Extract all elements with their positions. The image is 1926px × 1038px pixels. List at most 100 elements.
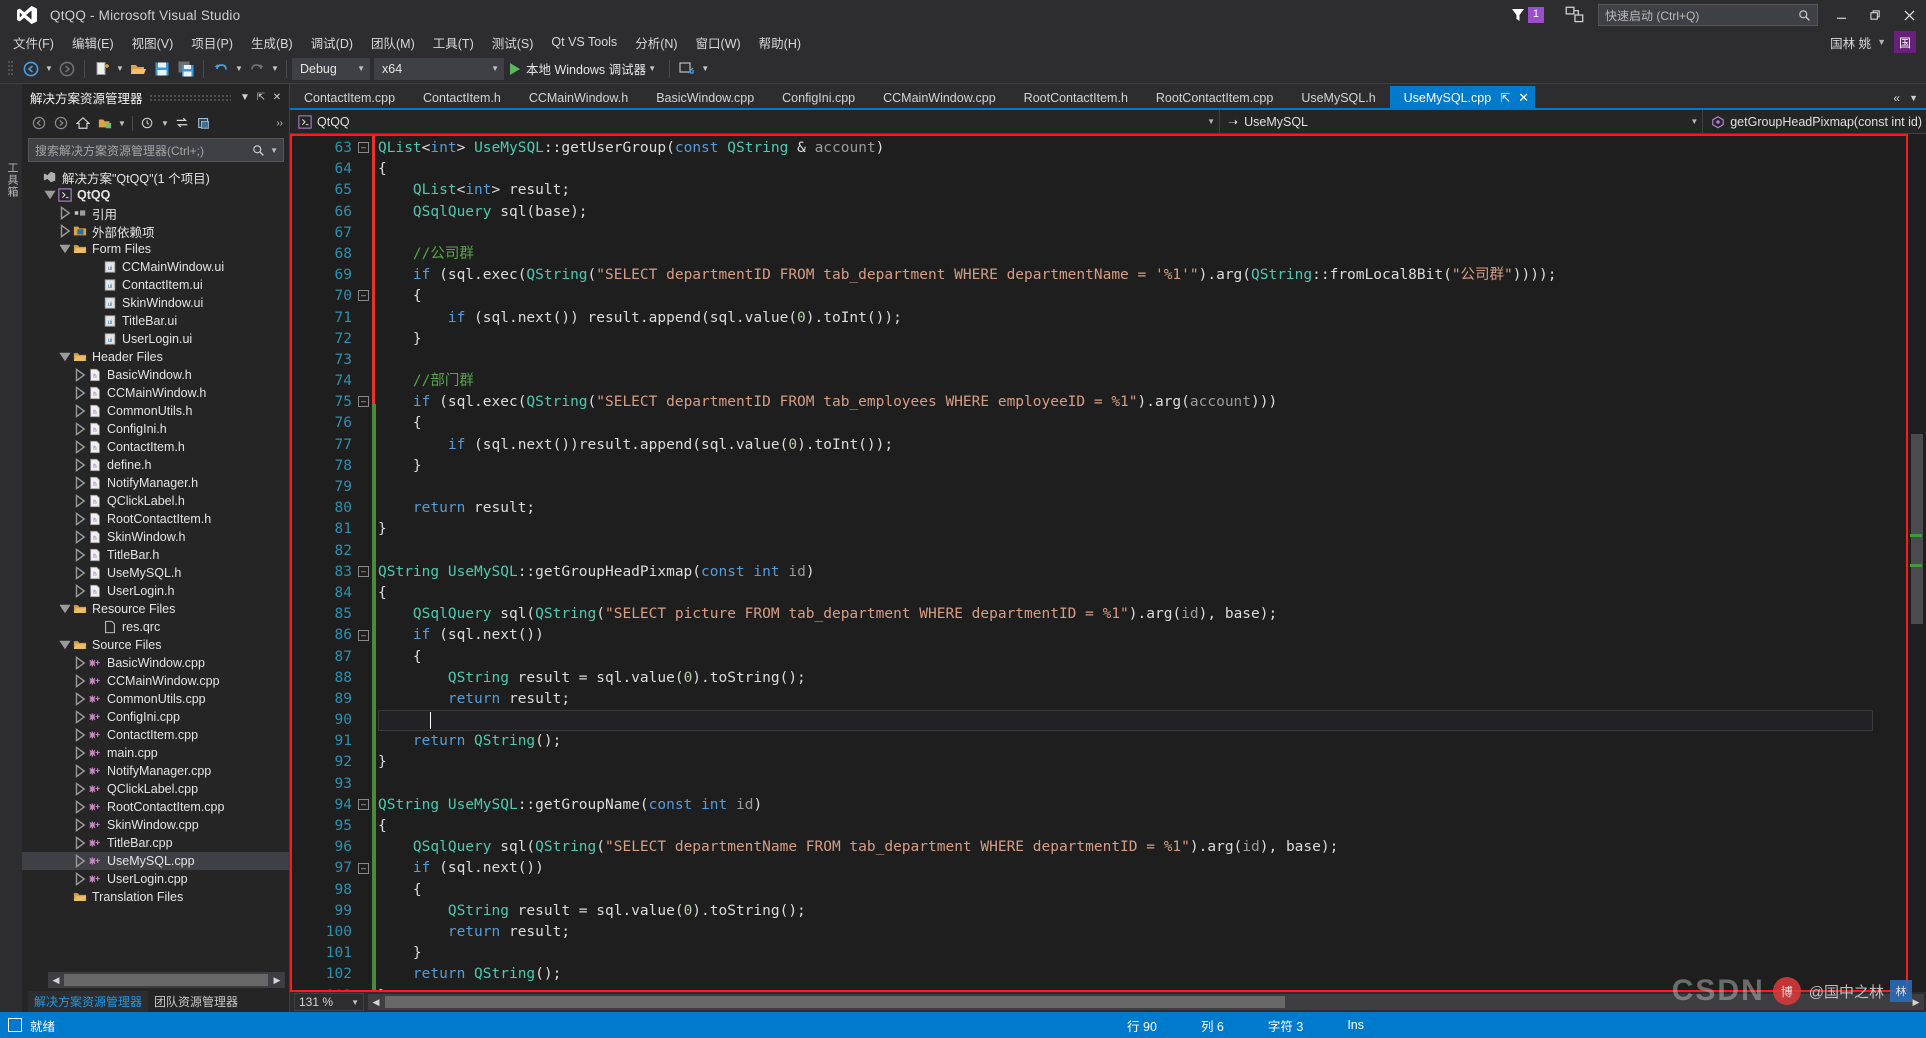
code-line[interactable] (378, 541, 1926, 562)
tree-twisty-expanded-icon[interactable] (58, 350, 72, 364)
document-tab-usemysql-cpp[interactable]: UseMySQL.cpp ⇱ ✕ (1389, 86, 1536, 110)
code-line[interactable]: } (378, 519, 1926, 540)
menu-view[interactable]: 视图(V) (123, 30, 183, 55)
undo-button[interactable] (209, 57, 233, 81)
fold-margin[interactable]: – – – – – – – (356, 134, 372, 992)
tree-twisty-collapsed-icon[interactable] (73, 494, 87, 508)
menu-project[interactable]: 项目(P) (182, 30, 242, 55)
code-line[interactable]: } (378, 943, 1926, 964)
panel-drag-dots[interactable] (148, 93, 231, 101)
tree-item-qclicklabel.h[interactable]: h QClickLabel.h (22, 492, 289, 510)
code-line[interactable]: return QString(); (378, 964, 1926, 985)
tree-twisty-collapsed-icon[interactable] (73, 728, 87, 742)
redo-button[interactable] (245, 57, 269, 81)
solution-explorer-search-input[interactable]: 搜索解决方案资源管理器(Ctrl+;) ▼ (28, 138, 284, 162)
document-tab-configini-cpp[interactable]: ConfigIni.cpp (768, 86, 869, 110)
code-line[interactable]: { (378, 816, 1926, 837)
code-line[interactable]: if (sql.next()) (378, 625, 1926, 646)
tree-twisty-expanded-icon[interactable] (58, 638, 72, 652)
menu-debug[interactable]: 调试(D) (302, 30, 362, 55)
tree-item-source-files[interactable]: Source Files (22, 636, 289, 654)
undo-dropdown[interactable]: ▼ (233, 57, 245, 81)
scroll-right-icon[interactable]: ▶ (269, 972, 285, 988)
tree-twisty-collapsed-icon[interactable] (73, 782, 87, 796)
document-tab-ccmainwindow-cpp[interactable]: CCMainWindow.cpp (869, 86, 1010, 110)
tree-item-commonutils.cpp[interactable]: CommonUtils.cpp (22, 690, 289, 708)
code-line[interactable] (378, 223, 1926, 244)
tree-item-rootcontactitem.h[interactable]: h RootContactItem.h (22, 510, 289, 528)
tree-twisty-collapsed-icon[interactable] (73, 872, 87, 886)
start-debugging-button[interactable]: 本地 Windows 调试器 ▼ (504, 57, 664, 81)
attach-process-button[interactable] (675, 57, 699, 81)
navigate-forward-button[interactable] (55, 57, 79, 81)
code-line[interactable]: return QString(); (378, 731, 1926, 752)
code-line[interactable]: if (sql.next())result.append(sql.value(0… (378, 435, 1926, 456)
account-area[interactable]: 国林 姚 ▼ 国 (1830, 31, 1926, 53)
minimize-button[interactable] (1824, 0, 1858, 30)
tree-twisty-expanded-icon[interactable] (58, 242, 72, 256)
tree-item-define.h[interactable]: h define.h (22, 456, 289, 474)
menu-tools[interactable]: 工具(T) (424, 30, 483, 55)
code-line[interactable]: QSqlQuery sql(QString("SELECT picture FR… (378, 604, 1926, 625)
code-line[interactable]: //部门群 (378, 371, 1926, 392)
tree-item-usemysql.cpp[interactable]: UseMySQL.cpp (22, 852, 289, 870)
tree-twisty-collapsed-icon[interactable] (73, 746, 87, 760)
menu-test[interactable]: 测试(S) (483, 30, 543, 55)
tree-twisty-collapsed-icon[interactable] (73, 512, 87, 526)
code-text-area[interactable]: QList<int> UseMySQL::getUserGroup(const … (378, 134, 1926, 992)
document-tab-rootcontactitem-h[interactable]: RootContactItem.h (1010, 86, 1142, 110)
save-all-button[interactable] (174, 57, 198, 81)
pin-icon[interactable]: ⇱ (1500, 91, 1510, 105)
show-all-files-icon[interactable] (94, 112, 116, 134)
tree-item-header-files[interactable]: Header Files (22, 348, 289, 366)
redo-dropdown[interactable]: ▼ (269, 57, 281, 81)
code-line[interactable]: } (378, 329, 1926, 350)
tree-item-translation-files[interactable]: Translation Files (22, 888, 289, 906)
tree-item-titlebar.ui[interactable]: ui TitleBar.ui (22, 312, 289, 330)
code-line[interactable]: if (sql.next()) (378, 858, 1926, 879)
back-icon[interactable] (28, 112, 50, 134)
code-line[interactable]: { (378, 413, 1926, 434)
document-tab-basicwindow-cpp[interactable]: BasicWindow.cpp (642, 86, 768, 110)
tree-item-main.cpp[interactable]: main.cpp (22, 744, 289, 762)
solution-tree[interactable]: 解决方案"QtQQ"(1 个项目) QtQQ 引用 外部依赖项 Form Files ui… (22, 165, 289, 972)
forward-icon[interactable] (50, 112, 72, 134)
tab-solution-explorer[interactable]: 解决方案资源管理器 (28, 990, 149, 1012)
menu-help[interactable]: 帮助(H) (750, 30, 810, 55)
tree-item-usemysql.h[interactable]: h UseMySQL.h (22, 564, 289, 582)
tree-item-titlebar.h[interactable]: h TitleBar.h (22, 546, 289, 564)
tree-twisty-collapsed-icon[interactable] (73, 458, 87, 472)
tree-item-basicwindow.h[interactable]: h BasicWindow.h (22, 366, 289, 384)
code-line[interactable]: return result; (378, 689, 1926, 710)
scroll-right-icon[interactable]: ▶ (1908, 994, 1924, 1010)
tree-item-ccmainwindow.ui[interactable]: ui CCMainWindow.ui (22, 258, 289, 276)
chevron-left-icon[interactable]: « (1888, 91, 1905, 105)
tree-twisty-collapsed-icon[interactable] (73, 368, 87, 382)
document-tab-usemysql-h[interactable]: UseMySQL.h (1287, 86, 1389, 110)
scroll-left-icon[interactable]: ◀ (368, 994, 384, 1010)
navbar-member-combo[interactable]: getGroupHeadPixmap(const int id) (1703, 110, 1926, 134)
tree-item-userlogin.h[interactable]: h UserLogin.h (22, 582, 289, 600)
code-line[interactable]: { (378, 880, 1926, 901)
document-tab-contactitem-h[interactable]: ContactItem.h (409, 86, 515, 110)
menu-qt-vs-tools[interactable]: Qt VS Tools (542, 32, 626, 52)
tree-item-qclicklabel.cpp[interactable]: QClickLabel.cpp (22, 780, 289, 798)
menu-team[interactable]: 团队(M) (362, 30, 424, 55)
tree-item-notifymanager.h[interactable]: h NotifyManager.h (22, 474, 289, 492)
hscroll-thumb[interactable] (385, 996, 1285, 1008)
tree-twisty-collapsed-icon[interactable] (73, 476, 87, 490)
close-icon[interactable]: ✕ (1518, 90, 1529, 106)
menu-build[interactable]: 生成(B) (242, 30, 302, 55)
tree-twisty-collapsed-icon[interactable] (73, 566, 87, 580)
fold-toggle-icon[interactable]: – (358, 290, 369, 302)
tree-twisty-collapsed-icon[interactable] (73, 548, 87, 562)
solution-configuration-combo[interactable]: Debug ▼ (292, 57, 370, 80)
tree-twisty-collapsed-icon[interactable] (73, 440, 87, 454)
tree-twisty-collapsed-icon[interactable] (73, 692, 87, 706)
fold-toggle-icon[interactable]: – (358, 396, 369, 408)
chevron-down-icon[interactable]: ▼ (646, 57, 658, 81)
code-line[interactable]: { (378, 583, 1926, 604)
code-line[interactable] (378, 477, 1926, 498)
navigate-back-button[interactable] (19, 57, 43, 81)
se-toolbar-overflow[interactable]: ›› (276, 118, 289, 129)
